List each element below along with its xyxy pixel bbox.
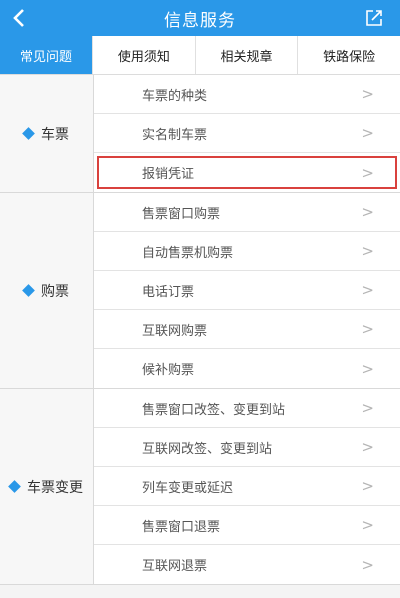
tab-faq[interactable]: 常见问题: [0, 36, 92, 74]
list-item-label: 列车变更或延迟: [142, 480, 234, 496]
chevron-left-icon: [13, 9, 24, 27]
tab-railway-insurance[interactable]: 铁路保险: [297, 36, 400, 74]
chevron-right-icon: >: [361, 85, 374, 103]
list-item[interactable]: 列车变更或延迟 >: [94, 467, 400, 506]
section-rows: 售票窗口购票 > 自动售票机购票 > 电话订票 > 互联网购票 > 候补购票 >: [94, 193, 400, 388]
section-label: 车票: [0, 75, 94, 192]
tab-regulations[interactable]: 相关规章: [194, 36, 298, 74]
list-item-label: 互联网改签、变更到站: [142, 441, 273, 457]
section-rows: 车票的种类 > 实名制车票 > 报销凭证 >: [94, 75, 400, 192]
list-item-label: 候补购票: [142, 363, 195, 378]
list-item-label: 报销凭证: [142, 167, 195, 182]
list-item-label: 互联网退票: [142, 559, 208, 574]
list-item[interactable]: 售票窗口购票 >: [94, 193, 400, 232]
list-item[interactable]: 候补购票 >: [94, 349, 400, 388]
section-label-text: 车票变更: [27, 479, 83, 496]
chevron-right-icon: >: [361, 242, 374, 260]
tab-usage-notes[interactable]: 使用须知: [92, 36, 195, 74]
list-item[interactable]: 互联网退票 >: [94, 545, 400, 584]
diamond-icon: [22, 284, 35, 297]
page-title: 信息服务: [164, 10, 236, 31]
list-item-label: 售票窗口购票: [142, 206, 221, 222]
list-item[interactable]: 电话订票 >: [94, 271, 400, 310]
section-label: 车票变更: [0, 389, 94, 584]
chevron-right-icon: >: [361, 516, 374, 534]
chevron-right-icon: >: [361, 477, 374, 495]
chevron-right-icon: >: [361, 438, 374, 456]
chevron-right-icon: >: [361, 555, 374, 574]
section-label-text: 车票: [41, 126, 69, 143]
chevron-right-icon: >: [361, 399, 374, 417]
section-label: 购票: [0, 193, 94, 388]
section-ticket-change: 车票变更 售票窗口改签、变更到站 > 互联网改签、变更到站 > 列车变更或延迟 > 售…: [0, 389, 400, 585]
list-item[interactable]: 车票的种类 >: [94, 75, 400, 114]
list-item-label: 车票的种类: [142, 88, 208, 104]
list-item[interactable]: 售票窗口改签、变更到站 >: [94, 389, 400, 428]
chevron-right-icon: >: [361, 124, 374, 142]
share-button[interactable]: [362, 6, 386, 30]
tab-bar: 常见问题 使用须知 相关规章 铁路保险: [0, 36, 400, 75]
chevron-right-icon: >: [361, 281, 374, 299]
share-icon: [366, 10, 382, 26]
diamond-icon: [8, 480, 21, 493]
diamond-icon: [22, 127, 35, 140]
list-item[interactable]: 自动售票机购票 >: [94, 232, 400, 271]
chevron-right-icon: >: [361, 320, 374, 338]
list-item[interactable]: 售票窗口退票 >: [94, 506, 400, 545]
list-item-label: 售票窗口改签、变更到站: [142, 402, 286, 418]
list-item-highlighted[interactable]: 报销凭证 >: [94, 153, 400, 192]
list-item[interactable]: 互联网购票 >: [94, 310, 400, 349]
faq-list: 车票 车票的种类 > 实名制车票 > 报销凭证 > 购票 售票窗口购票 > 自动售票机购…: [0, 75, 400, 598]
back-button[interactable]: [6, 4, 32, 32]
list-item[interactable]: 实名制车票 >: [94, 114, 400, 153]
chevron-right-icon: >: [361, 203, 374, 221]
list-item-label: 实名制车票: [142, 127, 208, 143]
section-purchase: 购票 售票窗口购票 > 自动售票机购票 > 电话订票 > 互联网购票 > 候补购票 >: [0, 193, 400, 389]
section-tickets: 车票 车票的种类 > 实名制车票 > 报销凭证 >: [0, 75, 400, 193]
section-label-text: 购票: [41, 283, 69, 300]
list-item-label: 售票窗口退票: [142, 519, 221, 535]
chevron-right-icon: >: [361, 163, 374, 182]
list-item[interactable]: 互联网改签、变更到站 >: [94, 428, 400, 467]
app-header: 信息服务: [0, 0, 400, 36]
section-rows: 售票窗口改签、变更到站 > 互联网改签、变更到站 > 列车变更或延迟 > 售票窗口退票…: [94, 389, 400, 584]
list-item-label: 自动售票机购票: [142, 245, 234, 261]
list-item-label: 电话订票: [142, 284, 195, 300]
list-item-label: 互联网购票: [142, 323, 208, 339]
chevron-right-icon: >: [361, 359, 374, 378]
